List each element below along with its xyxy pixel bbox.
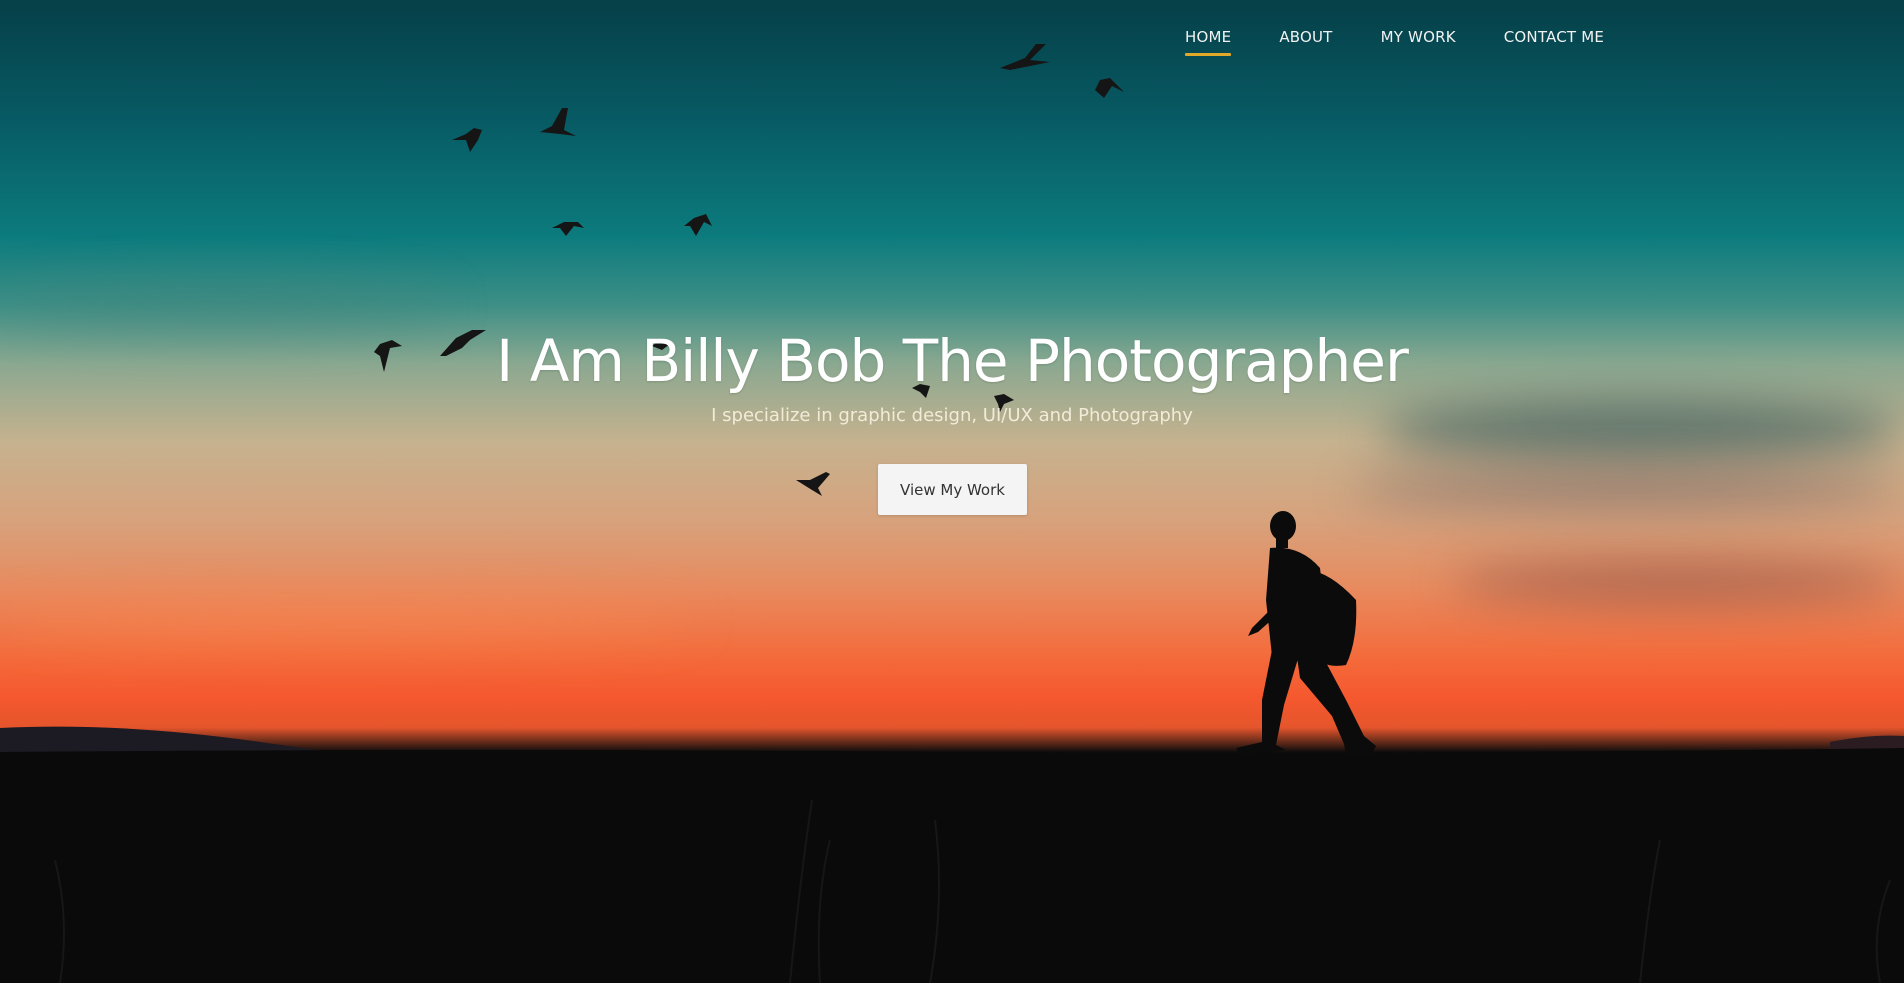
view-my-work-button[interactable]: View My Work: [878, 464, 1027, 515]
hero-subtitle: I specialize in graphic design, UI/UX an…: [711, 405, 1193, 426]
bird-silhouette: [1000, 44, 1050, 70]
bird-silhouette: [552, 222, 584, 236]
nav-home[interactable]: HOME: [1185, 28, 1232, 56]
nav-contact-me[interactable]: CONTACT ME: [1504, 28, 1604, 56]
hero-title: I Am Billy Bob The Photographer: [496, 327, 1409, 395]
bird-flock: [374, 44, 1124, 496]
person-silhouette: [1236, 511, 1376, 755]
hero-section: HOME ABOUT MY WORK CONTACT ME I Am Billy…: [0, 0, 1904, 983]
bird-silhouette: [452, 128, 482, 152]
ground-silhouette: [0, 748, 1904, 983]
nav-about[interactable]: ABOUT: [1279, 28, 1332, 56]
nav-my-work[interactable]: MY WORK: [1381, 28, 1456, 56]
bird-silhouette: [796, 472, 830, 496]
main-nav: HOME ABOUT MY WORK CONTACT ME: [1185, 28, 1652, 56]
bird-silhouette: [1095, 78, 1124, 98]
bird-silhouette: [540, 108, 576, 136]
bird-silhouette: [684, 214, 712, 236]
